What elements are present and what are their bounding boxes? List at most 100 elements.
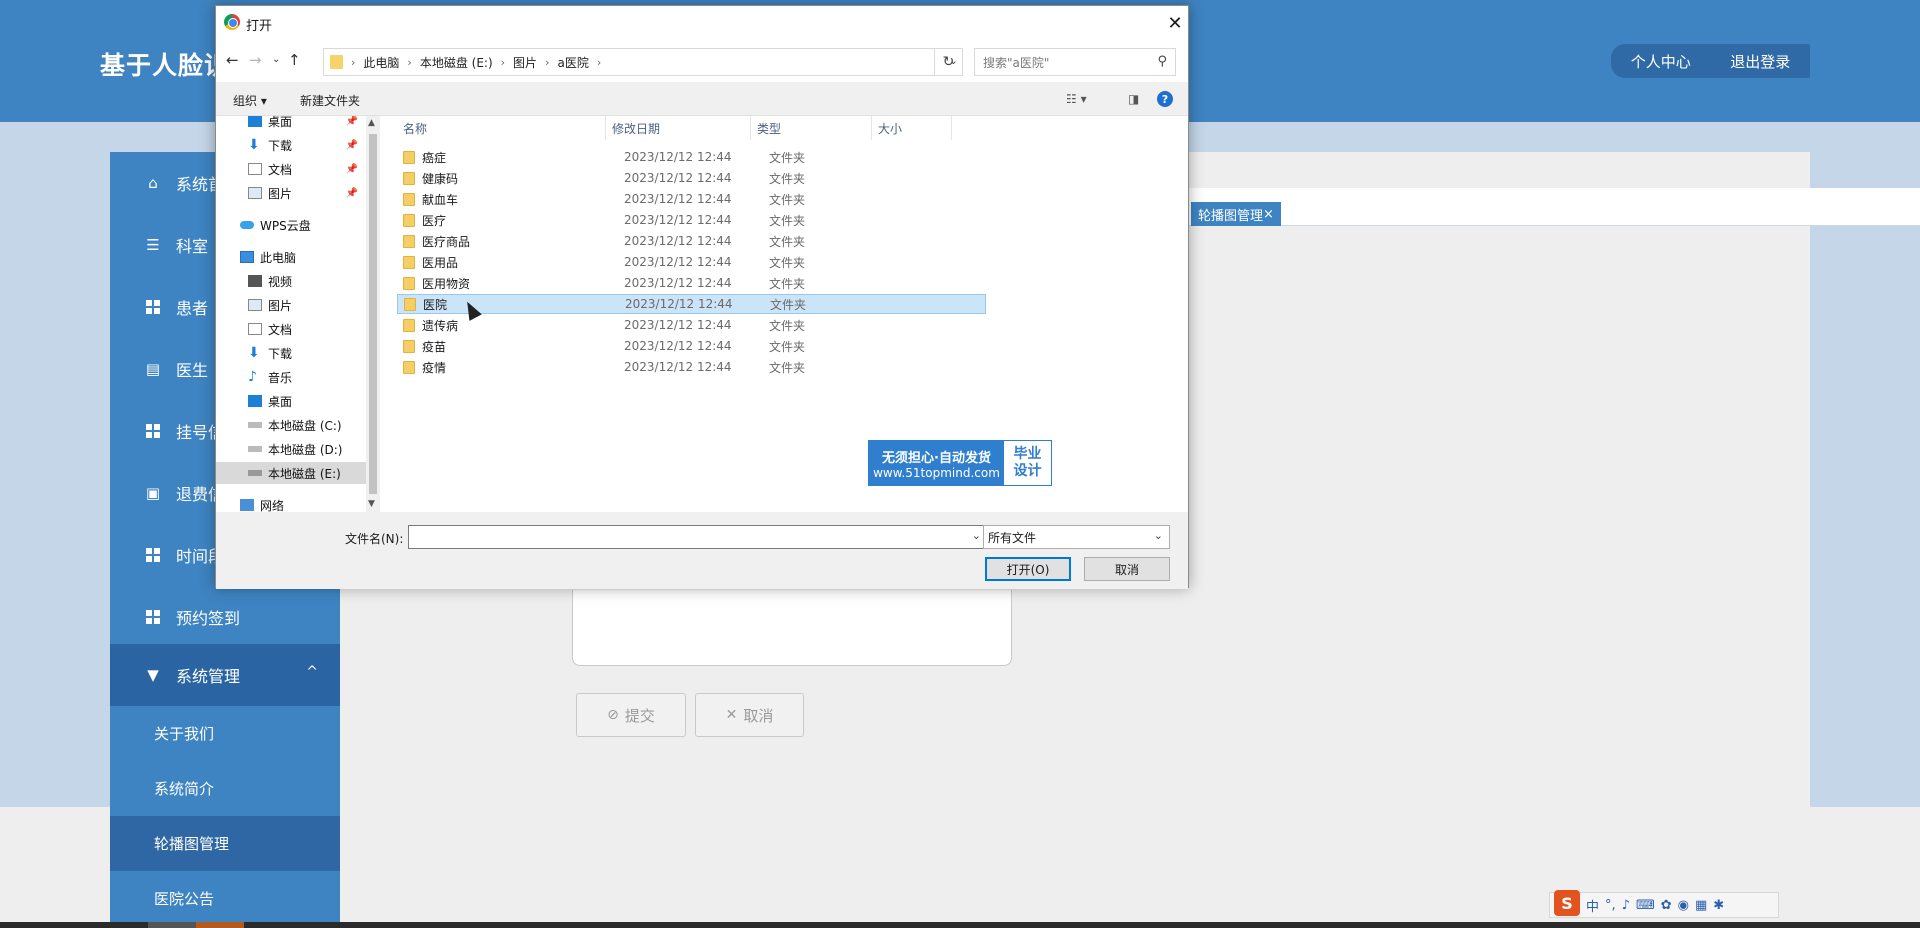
tab-carousel-management[interactable]: 轮播图管理 × [1191,202,1281,226]
file-row[interactable]: 医疗 2023/12/12 12:44 文件夹 [397,210,986,230]
cancel-button[interactable]: 取消 [1084,557,1170,581]
file-row[interactable]: 健康码 2023/12/12 12:44 文件夹 [397,168,986,188]
file-type: 文件夹 [769,255,806,270]
tab-close-icon[interactable]: × [1263,207,1274,222]
nav-item-documents-pc[interactable]: 文档 [216,318,366,340]
nav-item-downloads-pc[interactable]: ⬇ 下载 [216,342,366,364]
ime-punct[interactable]: °, [1605,898,1616,913]
file-row[interactable]: 医用品 2023/12/12 12:44 文件夹 [397,252,986,272]
nav-item-network[interactable]: 网络 [216,494,366,512]
personal-center-link[interactable]: 个人中心 [1631,51,1691,72]
sidebar-item-checkin[interactable]: 预约签到 [110,586,340,648]
nav-item-pictures[interactable]: 图片 📌 [216,182,366,204]
submenu-notice[interactable]: 医院公告 [110,871,340,922]
submit-button[interactable]: ⊘ 提交 [576,693,686,737]
scroll-down-icon[interactable]: ▼ [368,499,375,509]
nav-item-desktop[interactable]: 桌面 📌 [216,116,366,132]
submenu-intro[interactable]: 系统简介 [110,761,340,816]
cancel-form-label: 取消 [743,706,774,725]
nav-item-desktop-pc[interactable]: 桌面 [216,390,366,412]
breadcrumb-a-hospital[interactable]: a医院 [557,54,588,71]
breadcrumb-pictures[interactable]: 图片 [513,54,537,71]
file-row[interactable]: 疫苗 2023/12/12 12:44 文件夹 [397,336,986,356]
app-title: 基于人脸识 [100,51,231,80]
mic-icon[interactable]: ♪ [1622,898,1630,913]
breadcrumb-drive-e[interactable]: 本地磁盘 (E:) [420,54,493,71]
apps-icon[interactable]: ▦ [1695,898,1707,913]
file-type: 文件夹 [769,150,806,165]
recent-dropdown-icon[interactable]: ⌄ [272,54,280,65]
file-date: 2023/12/12 12:44 [624,171,732,185]
help-icon[interactable]: ? [1157,91,1173,107]
nav-item-label: 图片 [268,186,293,201]
preview-pane-icon[interactable]: ◨ [1128,92,1139,106]
back-arrow-icon[interactable]: ← [226,51,239,69]
file-row[interactable]: 疫情 2023/12/12 12:44 文件夹 [397,357,986,377]
column-size[interactable]: 大小 [872,116,952,140]
open-button[interactable]: 打开(O) [985,557,1071,581]
document-icon [248,323,262,335]
ime-mode[interactable]: 中 [1586,896,1599,915]
folder-icon [403,213,415,227]
file-row-selected[interactable]: 医院 2023/12/12 12:44 文件夹 [397,294,986,314]
scroll-up-icon[interactable]: ▲ [368,118,375,128]
nav-pane-scrollbar[interactable]: ▲ ▼ [366,116,380,512]
file-row[interactable]: 医疗商品 2023/12/12 12:44 文件夹 [397,231,986,251]
filename-input[interactable]: ⌄ [408,525,986,549]
address-bar[interactable]: › 此电脑 › 本地磁盘 (E:) › 图片 › a医院 › ⌄ [323,48,963,76]
file-date: 2023/12/12 12:44 [624,234,732,248]
chevron-down-icon[interactable]: ⌄ [972,529,981,542]
up-arrow-icon[interactable]: ↑ [288,51,301,69]
nav-item-label: 文档 [268,162,293,177]
folder-icon [330,55,343,69]
new-folder-button[interactable]: 新建文件夹 [300,92,360,109]
nav-item-music[interactable]: ♪ 音乐 [216,366,366,388]
file-name: 医疗商品 [422,234,471,249]
forward-arrow-icon[interactable]: → [249,51,262,69]
nav-item-downloads[interactable]: ⬇ 下载 📌 [216,134,366,156]
organize-button[interactable]: 组织 ▾ [233,92,267,109]
pin-icon: 📌 [345,187,358,199]
column-date[interactable]: 修改日期 [606,116,751,140]
nav-item-label: 下载 [268,138,293,153]
ime-toolbar[interactable]: S 中 °, ♪ ⌨ ✿ ◉ ▦ ✱ [1549,890,1779,918]
drive-icon [248,446,262,452]
nav-item-videos[interactable]: 视频 [216,270,366,292]
file-row[interactable]: 医用物资 2023/12/12 12:44 文件夹 [397,273,986,293]
file-name: 医疗 [422,213,447,228]
breadcrumb-this-pc[interactable]: 此电脑 [363,54,399,71]
keyboard-icon[interactable]: ⌨ [1636,898,1655,913]
close-icon[interactable]: ✕ [1162,10,1188,36]
submenu-carousel[interactable]: 轮播图管理 [110,816,340,871]
filter-value: 所有文件 [988,530,1037,545]
nav-item-drive-e[interactable]: 本地磁盘 (E:) [216,462,366,484]
nav-item-pictures-pc[interactable]: 图片 [216,294,366,316]
nav-item-this-pc[interactable]: 此电脑 [216,246,366,268]
network-icon [240,499,254,511]
file-row[interactable]: 献血车 2023/12/12 12:44 文件夹 [397,189,986,209]
cancel-form-button[interactable]: ✕ 取消 [695,693,804,737]
file-type-filter[interactable]: 所有文件 ⌄ [983,525,1170,549]
folder-icon [404,297,416,311]
settings-icon[interactable]: ✱ [1713,898,1724,913]
scroll-thumb[interactable] [369,134,377,494]
skin-icon[interactable]: ✿ [1661,898,1672,913]
sidebar-item-system[interactable]: ▼ 系统管理 ^ [110,644,340,706]
search-input[interactable]: 搜索"a医院" ⚲ [974,48,1176,76]
nav-item-drive-d[interactable]: 本地磁盘 (D:) [216,438,366,460]
nav-item-documents[interactable]: 文档 📌 [216,158,366,180]
file-row[interactable]: 遗传病 2023/12/12 12:44 文件夹 [397,315,986,335]
refresh-icon[interactable]: ↻ [934,48,962,76]
view-options-icon[interactable]: ☷ ▾ [1066,92,1087,106]
nav-item-drive-c[interactable]: 本地磁盘 (C:) [216,414,366,436]
game-icon[interactable]: ◉ [1678,898,1689,913]
logout-link[interactable]: 退出登录 [1730,51,1790,72]
nav-item-wps-cloud[interactable]: WPS云盘 [216,214,366,236]
document-icon [248,163,262,175]
nav-item-label: 桌面 [268,116,293,129]
description-textarea[interactable] [572,590,1012,666]
file-row[interactable]: 癌症 2023/12/12 12:44 文件夹 [397,147,986,167]
submenu-about[interactable]: 关于我们 [110,706,340,761]
column-type[interactable]: 类型 [751,116,872,140]
column-name[interactable]: 名称 [397,116,606,140]
